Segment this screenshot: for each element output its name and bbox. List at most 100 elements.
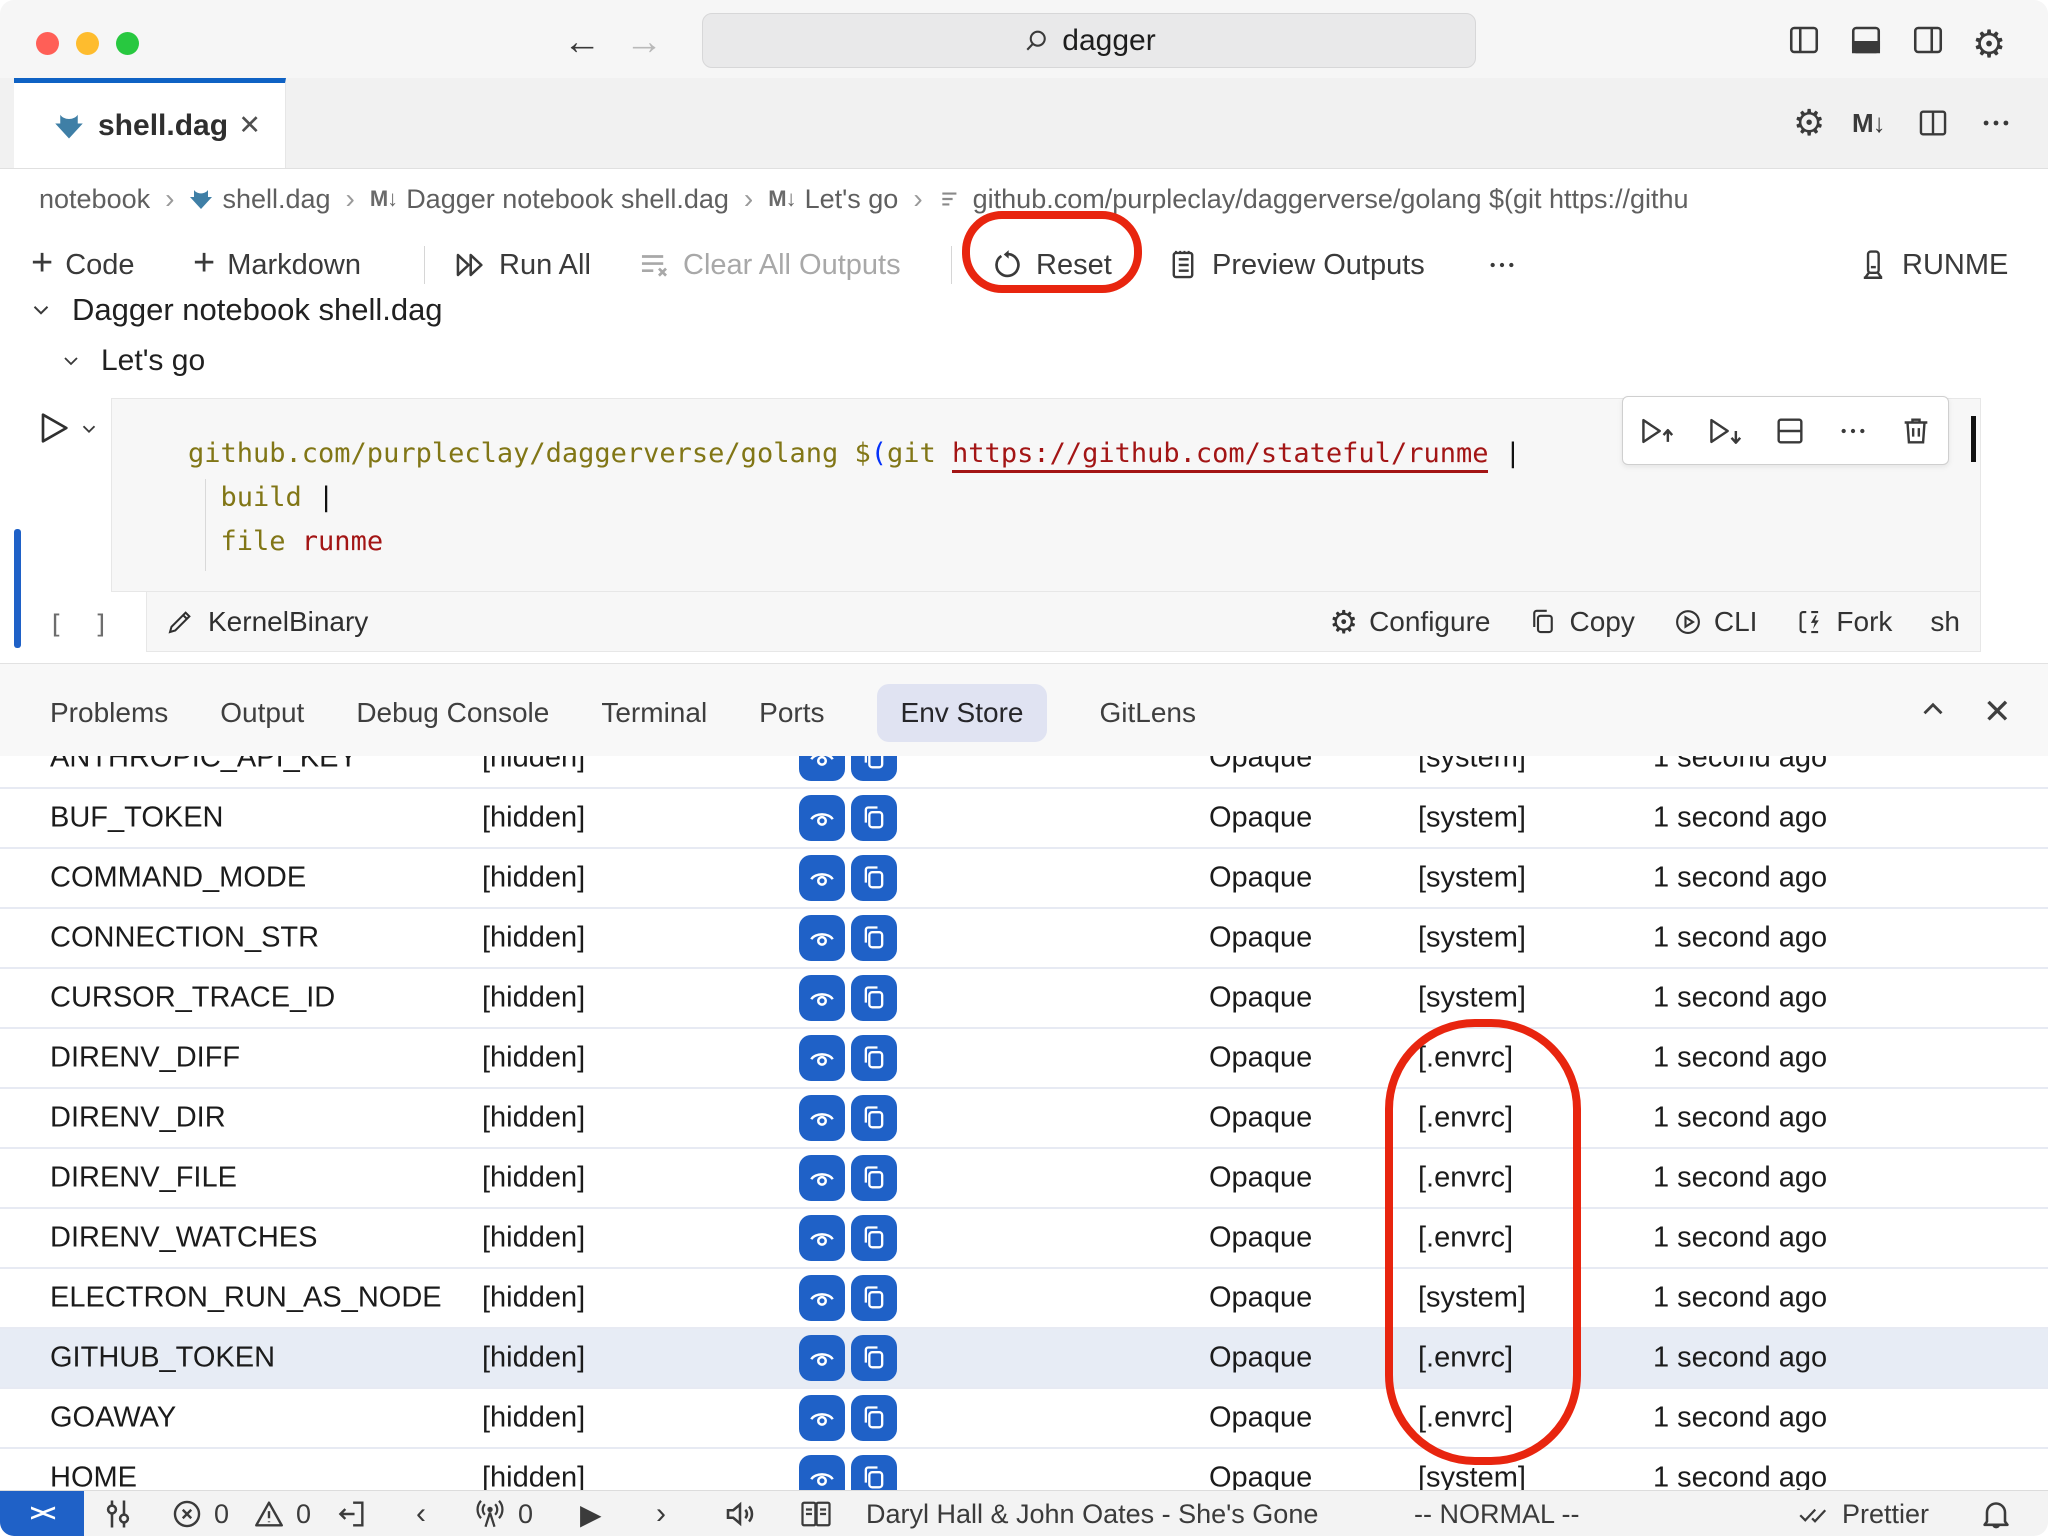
breadcrumb-item[interactable]: github.com/purpleclay/daggerverse/golang… [938, 184, 1689, 215]
delete-cell-icon[interactable] [1899, 414, 1933, 448]
cell-more-actions-icon[interactable] [1837, 415, 1869, 447]
panel-tab-ports[interactable]: Ports [759, 684, 824, 742]
panel-tab-problems[interactable]: Problems [50, 684, 168, 742]
env-row[interactable]: CONNECTION_STR[hidden]Opaque[system]1 se… [0, 909, 2048, 969]
copy-value-button[interactable] [851, 1155, 897, 1201]
code-line[interactable]: file runme [188, 520, 1980, 564]
breadcrumb-item[interactable]: shell.dag [189, 184, 330, 215]
error-indicator[interactable]: 0 [170, 1491, 229, 1536]
copy-value-button[interactable] [851, 1035, 897, 1081]
chevron-right-icon[interactable]: › [656, 1491, 666, 1536]
env-row[interactable]: GOAWAY[hidden]Opaque[.envrc]1 second ago [0, 1389, 2048, 1449]
toggle-panel-icon[interactable] [1848, 22, 1884, 58]
copy-value-button[interactable] [851, 1275, 897, 1321]
notifications-bell-icon[interactable] [1978, 1491, 2014, 1536]
panel-tab-env-store[interactable]: Env Store [877, 684, 1048, 742]
focus-panel-icon[interactable] [334, 1491, 368, 1536]
cli-action[interactable]: CLI [1673, 606, 1758, 638]
broadcast-indicator[interactable]: 0 [472, 1491, 533, 1536]
add-markdown-cell-button[interactable]: + Markdown [193, 230, 361, 300]
execute-above-icon[interactable] [1638, 414, 1676, 448]
reveal-value-button[interactable] [799, 1155, 845, 1201]
copy-value-button[interactable] [851, 756, 897, 781]
chevron-down-icon[interactable] [28, 297, 54, 323]
reveal-value-button[interactable] [799, 1455, 845, 1491]
code-line[interactable]: build | [188, 476, 1980, 520]
toolbar-more-actions[interactable] [1486, 230, 1518, 300]
copy-value-button[interactable] [851, 1095, 897, 1141]
chevron-down-icon[interactable] [59, 349, 83, 373]
split-cell-icon[interactable] [1773, 414, 1807, 448]
history-back-button[interactable]: ← [563, 20, 601, 64]
panel-maximize-chevron-icon[interactable] [1916, 692, 1950, 726]
copy-value-button[interactable] [851, 975, 897, 1021]
formatter-indicator[interactable]: Prettier [1796, 1491, 1929, 1536]
reveal-value-button[interactable] [799, 1095, 845, 1141]
env-row[interactable]: BUF_TOKEN[hidden]Opaque[system]1 second … [0, 789, 2048, 849]
remote-indicator[interactable]: >< [0, 1491, 84, 1536]
reveal-value-button[interactable] [799, 1395, 845, 1441]
env-row[interactable]: DIRENV_DIFF[hidden]Opaque[.envrc]1 secon… [0, 1029, 2048, 1089]
reveal-value-button[interactable] [799, 1035, 845, 1081]
configure-action[interactable]: ⚙Configure [1329, 606, 1490, 638]
env-row[interactable]: ELECTRON_RUN_AS_NODE[hidden]Opaque[syste… [0, 1269, 2048, 1329]
preview-outputs-button[interactable]: Preview Outputs [1166, 230, 1425, 300]
window-minimize-button[interactable] [76, 32, 99, 55]
window-close-button[interactable] [36, 32, 59, 55]
copy-value-button[interactable] [851, 915, 897, 961]
toggle-primary-sidebar-icon[interactable] [1786, 22, 1822, 58]
env-row[interactable]: DIRENV_FILE[hidden]Opaque[.envrc]1 secon… [0, 1149, 2048, 1209]
breadcrumb-item[interactable]: M↓Let's go [768, 184, 898, 215]
settings-gear-icon[interactable]: ⚙ [1972, 22, 2006, 67]
reveal-value-button[interactable] [799, 1275, 845, 1321]
panel-tab-terminal[interactable]: Terminal [601, 684, 707, 742]
panel-tab-debug-console[interactable]: Debug Console [356, 684, 549, 742]
reveal-value-button[interactable] [799, 855, 845, 901]
reset-button[interactable]: Reset [992, 230, 1112, 300]
vim-mode-indicator[interactable]: -- NORMAL -- [1414, 1491, 1579, 1536]
notebook-section-row[interactable]: Let's go [59, 344, 205, 378]
run-cell-options-chevron-icon[interactable] [78, 418, 100, 440]
notebook-title-row[interactable]: Dagger notebook shell.dag [28, 292, 443, 328]
history-forward-button[interactable]: → [625, 20, 663, 64]
env-row[interactable]: DIRENV_DIR[hidden]Opaque[.envrc]1 second… [0, 1089, 2048, 1149]
copy-value-button[interactable] [851, 1455, 897, 1491]
play-icon[interactable]: ▶ [580, 1491, 602, 1536]
env-row[interactable]: GITHUB_TOKEN[hidden]Opaque[.envrc]1 seco… [0, 1329, 2048, 1389]
reveal-value-button[interactable] [799, 795, 845, 841]
reveal-value-button[interactable] [799, 1215, 845, 1261]
breadcrumb-item[interactable]: M↓Dagger notebook shell.dag [370, 184, 729, 215]
reveal-value-button[interactable] [799, 975, 845, 1021]
reveal-value-button[interactable] [799, 1335, 845, 1381]
execute-below-icon[interactable] [1706, 414, 1744, 448]
copy-action[interactable]: Copy [1528, 606, 1634, 638]
editor-more-actions-icon[interactable] [1979, 78, 2013, 168]
panel-tab-gitlens[interactable]: GitLens [1099, 684, 1196, 742]
tab-close-icon[interactable]: ✕ [238, 110, 261, 141]
notebook-settings-gear-icon[interactable]: ⚙ [1793, 78, 1825, 168]
run-all-button[interactable]: Run All [453, 230, 591, 300]
now-playing-song[interactable]: Daryl Hall & John Oates - She's Gone [866, 1491, 1318, 1536]
env-row[interactable]: ANTHROPIC_API_KEY[hidden]Opaque[system]1… [0, 756, 2048, 789]
warning-indicator[interactable]: 0 [252, 1491, 311, 1536]
speaker-icon[interactable] [722, 1491, 758, 1536]
copy-value-button[interactable] [851, 1215, 897, 1261]
split-editor-icon[interactable] [1916, 78, 1950, 168]
run-cell-button[interactable] [33, 408, 73, 448]
window-zoom-button[interactable] [116, 32, 139, 55]
book-icon[interactable] [798, 1491, 834, 1536]
sh-action[interactable]: sh [1930, 606, 1960, 638]
chevron-left-icon[interactable]: ‹ [416, 1491, 426, 1536]
copy-value-button[interactable] [851, 1395, 897, 1441]
fork-action[interactable]: Fork [1795, 606, 1892, 638]
reveal-value-button[interactable] [799, 915, 845, 961]
panel-tab-output[interactable]: Output [220, 684, 304, 742]
panel-close-icon[interactable]: ✕ [1983, 692, 2012, 732]
source-control-graph-icon[interactable] [100, 1491, 136, 1536]
toggle-secondary-sidebar-icon[interactable] [1910, 22, 1946, 58]
reveal-value-button[interactable] [799, 756, 845, 781]
breadcrumb-item[interactable]: notebook [39, 184, 150, 215]
command-center-search[interactable]: dagger [702, 13, 1476, 68]
env-row[interactable]: CURSOR_TRACE_ID[hidden]Opaque[system]1 s… [0, 969, 2048, 1029]
markdown-export-icon[interactable]: M↓ [1852, 78, 1885, 168]
